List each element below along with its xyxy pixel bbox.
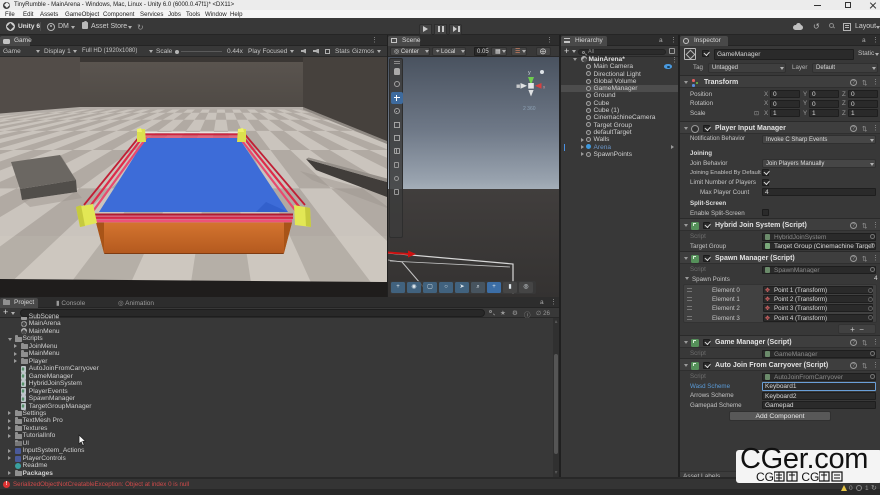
svg-text:y: y bbox=[528, 70, 531, 76]
svg-text:2 360: 2 360 bbox=[523, 106, 536, 112]
